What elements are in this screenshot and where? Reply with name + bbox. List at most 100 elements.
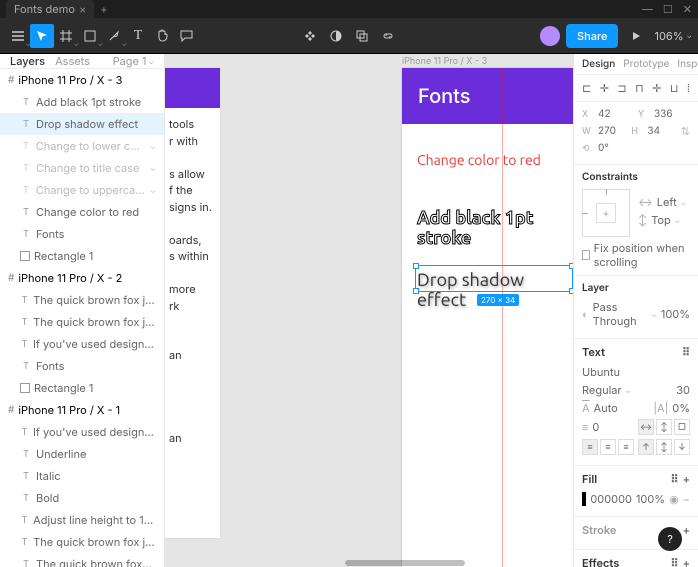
comment-tool[interactable]: [174, 24, 198, 48]
font-family[interactable]: Ubuntu: [582, 365, 620, 379]
layer-item[interactable]: TThe quick brown fox jumped....: [0, 311, 164, 333]
text-valign-top-icon[interactable]: ↑: [638, 439, 654, 455]
fill-opacity[interactable]: 100%: [636, 492, 665, 506]
distribute-icon[interactable]: ⁞: [687, 81, 690, 95]
page-selector[interactable]: Page 1 ⌄: [113, 54, 154, 68]
hand-tool[interactable]: [150, 24, 174, 48]
menu-button[interactable]: [6, 24, 30, 48]
layer-item[interactable]: TFonts: [0, 355, 164, 377]
w-input[interactable]: 270: [598, 125, 627, 137]
adjacent-frame[interactable]: tools r with s allow f the signs in. oar…: [165, 68, 220, 538]
horizontal-scrollbar[interactable]: [165, 560, 573, 567]
fill-visibility-icon[interactable]: ◉: [669, 492, 679, 506]
blend-mode[interactable]: Pass Through: [593, 300, 648, 328]
text-valign-mid-icon[interactable]: ↕: [656, 439, 672, 455]
help-button[interactable]: ?: [658, 527, 682, 551]
layer-item[interactable]: TChange to uppercase⌄: [0, 179, 164, 201]
layer-item[interactable]: TAdd black 1pt stroke: [0, 91, 164, 113]
frame-tool[interactable]: [54, 24, 78, 48]
align-hcenter-icon[interactable]: ✛: [600, 81, 609, 95]
close-tab-icon[interactable]: ×: [79, 2, 86, 16]
add-stroke-icon[interactable]: +: [683, 523, 690, 537]
layer-item[interactable]: TDrop shadow effect: [0, 113, 164, 135]
font-size[interactable]: 30: [676, 383, 690, 397]
document-tab[interactable]: Fonts demo ×: [6, 0, 94, 18]
red-text-layer[interactable]: Change color to red: [417, 152, 541, 168]
share-button[interactable]: Share: [566, 24, 618, 48]
rotation-input[interactable]: 0°: [598, 142, 690, 154]
text-align-right-icon[interactable]: ≡: [618, 439, 634, 455]
remove-fill-icon[interactable]: −: [683, 492, 690, 506]
layer-item[interactable]: Rectangle 1: [0, 245, 164, 267]
frame-layer[interactable]: #iPhone 11 Pro / X - 2: [0, 267, 164, 289]
user-avatar[interactable]: [540, 26, 560, 46]
canvas[interactable]: tools r with s allow f the signs in. oar…: [165, 54, 573, 567]
layer-item[interactable]: TThe quick brown fox...: [0, 553, 164, 567]
paragraph-spacing[interactable]: 0: [592, 420, 599, 434]
x-input[interactable]: 42: [598, 108, 634, 120]
move-tool[interactable]: [30, 24, 54, 48]
tab-layers[interactable]: Layers: [10, 54, 45, 68]
tab-design[interactable]: Design: [582, 58, 615, 70]
pen-tool[interactable]: [102, 24, 126, 48]
h-input[interactable]: 34: [647, 125, 676, 137]
align-right-icon[interactable]: ⊐: [617, 81, 626, 95]
present-button[interactable]: [624, 24, 648, 48]
tab-assets[interactable]: Assets: [55, 54, 90, 68]
layer-item[interactable]: TFonts: [0, 223, 164, 245]
link-wh-icon[interactable]: ⇅: [681, 124, 690, 138]
layer-item[interactable]: TChange to title case⌄: [0, 157, 164, 179]
layer-item[interactable]: TAdjust line height to 140% an...: [0, 509, 164, 531]
layer-item[interactable]: TChange to lower case⌄: [0, 135, 164, 157]
line-height[interactable]: Auto: [594, 401, 618, 415]
text-valign-bot-icon[interactable]: ↓: [674, 439, 690, 455]
shape-tool[interactable]: [78, 24, 102, 48]
layer-item[interactable]: TUnderline: [0, 443, 164, 465]
zoom-control[interactable]: 106%⌄: [654, 29, 692, 43]
layer-item[interactable]: TChange color to red: [0, 201, 164, 223]
autoheight-icon[interactable]: ↕: [656, 419, 672, 435]
close-window-icon[interactable]: ✕: [683, 2, 692, 16]
link-tool[interactable]: [376, 24, 400, 48]
text-align-center-icon[interactable]: ≡: [600, 439, 616, 455]
stroke-text-layer[interactable]: Add black 1pt stroke: [417, 208, 573, 248]
maximize-icon[interactable]: ☐: [663, 2, 673, 16]
effect-style-icon[interactable]: ⠿: [671, 556, 679, 567]
layer-item[interactable]: TThe quick brown fox jumped....: [0, 531, 164, 553]
mask-tool[interactable]: [324, 24, 348, 48]
layer-item[interactable]: TBold: [0, 487, 164, 509]
fill-style-icon[interactable]: ⠿: [671, 472, 679, 486]
fix-scroll-checkbox[interactable]: Fix position when scrolling: [582, 241, 690, 269]
text-tool[interactable]: T: [126, 24, 150, 48]
frame-label[interactable]: iPhone 11 Pro / X - 3: [402, 56, 487, 67]
component-tool[interactable]: [298, 24, 322, 48]
add-effect-icon[interactable]: +: [683, 556, 690, 567]
chevron-down-icon[interactable]: ⌄: [150, 185, 156, 195]
align-bottom-icon[interactable]: ⊔: [670, 81, 679, 95]
align-top-icon[interactable]: ⊓: [635, 81, 644, 95]
constraints-widget[interactable]: +: [582, 189, 630, 237]
letter-spacing[interactable]: 0%: [672, 401, 690, 415]
align-left-icon[interactable]: ⊏: [582, 81, 591, 95]
align-vcenter-icon[interactable]: ✛: [652, 81, 661, 95]
text-align-left-icon[interactable]: ≡: [582, 439, 598, 455]
chevron-down-icon[interactable]: ⌄: [150, 163, 156, 173]
autowidth-icon[interactable]: ↔: [638, 419, 654, 435]
y-input[interactable]: 336: [654, 108, 690, 120]
tab-prototype[interactable]: Prototype: [623, 58, 669, 70]
minimize-icon[interactable]: —: [642, 2, 653, 16]
chevron-down-icon[interactable]: ⌄: [150, 141, 156, 151]
fixed-size-icon[interactable]: ▢: [674, 419, 690, 435]
style-icon[interactable]: ⠿: [682, 345, 690, 359]
add-fill-icon[interactable]: +: [683, 472, 690, 486]
layer-opacity[interactable]: 100%: [661, 307, 690, 321]
layer-item[interactable]: TIf you've used design tools be...: [0, 333, 164, 355]
layer-item[interactable]: TIf you've used design tools be...: [0, 421, 164, 443]
frame-layer[interactable]: #iPhone 11 Pro / X - 3: [0, 69, 164, 91]
artboard-bg[interactable]: [402, 68, 573, 567]
constraint-h[interactable]: Left: [657, 195, 677, 209]
font-weight[interactable]: Regular: [582, 383, 622, 397]
boolean-tool[interactable]: [350, 24, 374, 48]
layer-item[interactable]: TItalic: [0, 465, 164, 487]
add-tab-button[interactable]: +: [100, 2, 107, 16]
